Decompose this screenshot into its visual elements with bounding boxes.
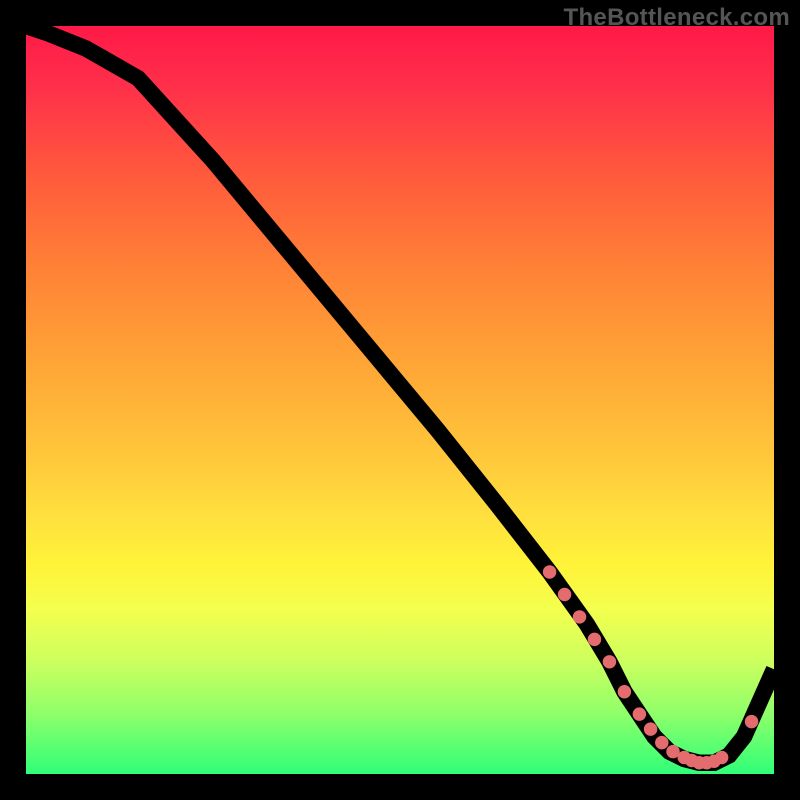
- chart-frame: TheBottleneck.com: [0, 0, 800, 800]
- highlight-marker: [633, 707, 646, 720]
- highlight-marker: [588, 633, 601, 646]
- highlight-marker: [745, 715, 758, 728]
- highlight-marker: [655, 736, 668, 749]
- bottleneck-curve: [26, 26, 774, 763]
- highlight-marker: [715, 751, 728, 764]
- highlight-marker: [644, 722, 657, 735]
- highlight-marker: [558, 588, 571, 601]
- highlight-marker: [603, 655, 616, 668]
- plot-area: [26, 26, 774, 774]
- watermark-text: TheBottleneck.com: [564, 4, 790, 32]
- curve-layer: [26, 26, 774, 774]
- highlight-marker: [573, 610, 586, 623]
- highlight-marker: [543, 565, 556, 578]
- highlight-marker: [618, 685, 631, 698]
